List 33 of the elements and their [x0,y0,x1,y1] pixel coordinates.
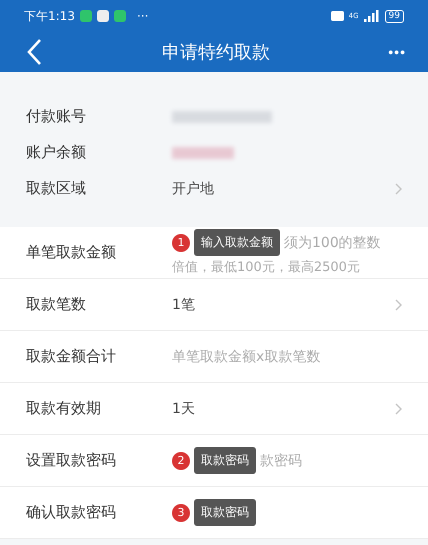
input-hint[interactable]: 款密码 [260,452,302,470]
field-label: 取款金额合计 [26,347,117,366]
field-value[interactable]: 1笔 [172,296,195,314]
field-label: 单笔取款金额 [26,243,117,262]
annotation-tooltip: 输入取款金额 [194,229,280,256]
signal-icon [364,10,380,22]
step-badge: 2 [172,452,190,470]
field-value: 开户地 [172,180,214,198]
annotation-tooltip: 取款密码 [194,499,256,526]
more-button[interactable]: ••• [388,44,406,60]
field-label: 确认取款密码 [26,503,117,522]
field-label: 取款区域 [26,179,87,198]
field-label: 取款有效期 [26,399,102,418]
field-value[interactable]: 1天 [172,400,195,418]
input-hint[interactable]: 须为100的整数 [284,234,381,252]
step-badge: 1 [172,234,190,252]
annotation-tooltip: 取款密码 [194,447,256,474]
step-badge: 3 [172,504,190,522]
input-hint[interactable]: 单笔取款金额x取款笔数 [172,348,320,366]
field-label: 付款账号 [26,107,87,126]
chevron-icon[interactable] [395,182,402,194]
chevron-icon[interactable] [395,298,402,310]
page-title: 申请特约取款 [162,41,270,64]
field-label: 取款笔数 [26,295,87,314]
chevron-icon[interactable] [395,402,402,414]
field-label: 账户余额 [26,143,87,162]
back-icon[interactable] [26,38,42,66]
input-hint[interactable]: 倍值，最低100元，最高2500元 [172,258,402,276]
status-time: 下午1:13 [24,8,75,24]
masked-value [172,146,234,158]
battery-level: 99 [384,10,404,22]
more-notifications: ··· [136,9,148,23]
field-label: 设置取款密码 [26,451,117,470]
